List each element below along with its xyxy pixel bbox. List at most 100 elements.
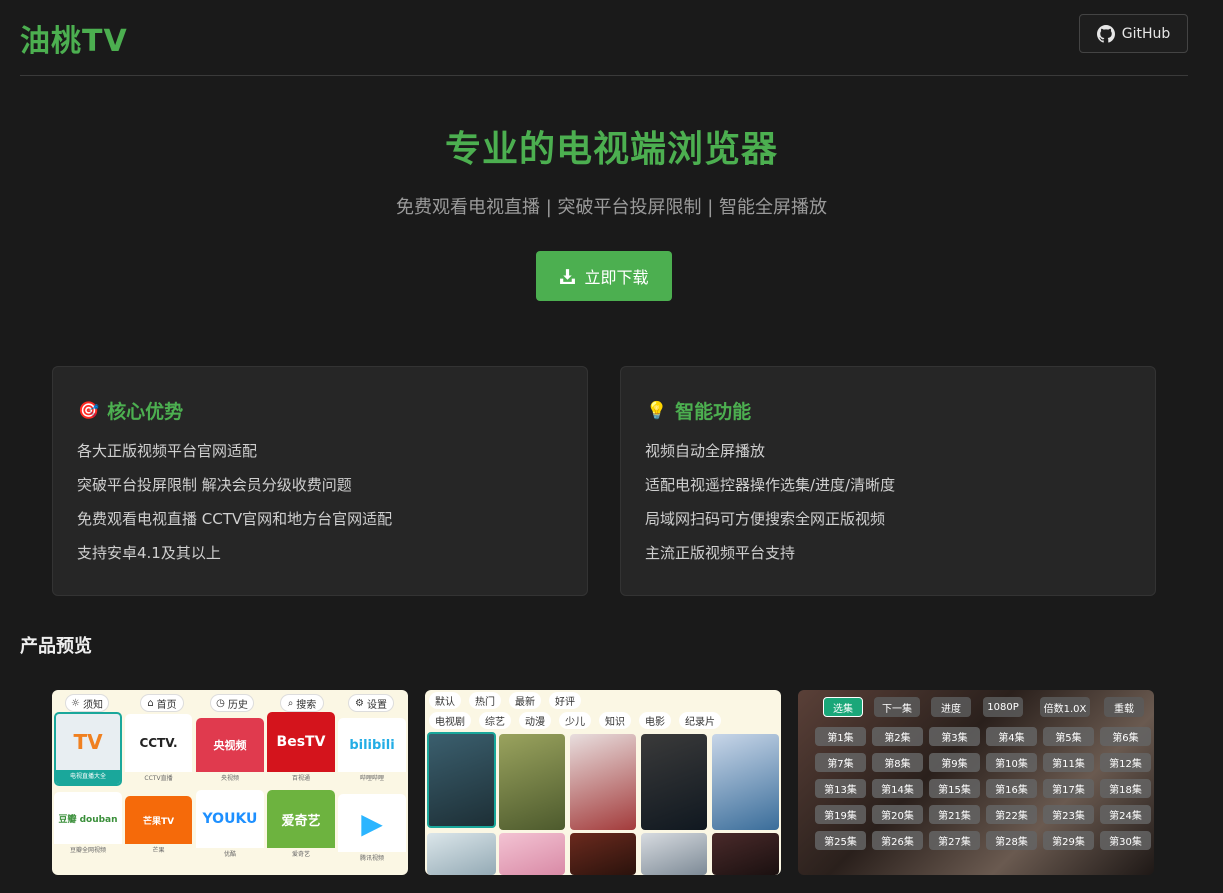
github-button[interactable]: GitHub [1079, 14, 1188, 53]
poster [427, 732, 496, 828]
episode-item: 第2集 [872, 727, 923, 746]
clock-icon: ◷ [216, 697, 225, 709]
app-tile: CCTV. CCTV直播 [125, 714, 192, 786]
lightbulb-icon: ☼ [71, 697, 80, 709]
episode-item: 第30集 [1100, 831, 1151, 850]
poster [570, 833, 636, 875]
episode-item: 第12集 [1100, 753, 1151, 772]
download-icon [560, 268, 576, 284]
episode-item: 第22集 [986, 805, 1037, 824]
nav-home: ⌂ 首页 [140, 694, 184, 712]
episode-item: 第24集 [1100, 805, 1151, 824]
app-tile: 爱奇艺 爱奇艺 [267, 790, 335, 862]
episode-item: 第27集 [929, 831, 980, 850]
sort-hot: 热门 [469, 692, 501, 709]
sort-newest: 最新 [509, 692, 541, 709]
episode-item: 第9集 [929, 753, 980, 772]
quality-button: 1080P [983, 697, 1023, 717]
cat-movie: 电影 [639, 712, 671, 729]
download-label: 立即下载 [584, 268, 649, 287]
episode-item: 第7集 [815, 753, 866, 772]
hero-title: 专业的电视端浏览器 [444, 129, 778, 170]
cat-tv: 电视剧 [429, 712, 471, 729]
episode-item: 第16集 [986, 779, 1037, 798]
app-tile: YOUKU 优酷 [196, 790, 264, 862]
preview-category-screenshot: 默认 热门 最新 好评 电视剧 综艺 动漫 少儿 知识 电影 纪录片 [425, 690, 781, 875]
github-icon [1096, 24, 1115, 43]
progress-button: 进度 [931, 697, 971, 717]
poster [570, 734, 636, 830]
gear-icon: ⚙ [355, 697, 364, 709]
cat-knowledge: 知识 [599, 712, 631, 729]
header: 油桃TV GitHub [20, 0, 1188, 76]
preview-home-screenshot: ☼ 须知 ⌂ 首页 ◷ 历史 ⌕ 搜索 ⚙ 设置 TV 电视直播大全 CCTV. CCTV… [52, 690, 408, 875]
episode-item: 第6集 [1100, 727, 1151, 746]
nav-history: ◷ 历史 [210, 694, 254, 712]
reload-button: 重载 [1104, 697, 1144, 717]
episode-item: 第3集 [929, 727, 980, 746]
logo[interactable]: 油桃TV [20, 16, 128, 60]
card-title: 核心优势 [107, 401, 184, 423]
list-item: 各大正版视频平台官网适配 [77, 442, 258, 460]
app-tile: 芒果TV 芒果 [125, 796, 192, 858]
github-label: GitHub [1121, 25, 1171, 42]
nav-notice: ☼ 须知 [65, 694, 109, 712]
app-tile: bilibili 哔哩哔哩 [338, 718, 406, 786]
episode-item: 第1集 [815, 727, 866, 746]
app-tile: 央视频 央视频 [196, 718, 264, 786]
list-item: 局域网扫码可方便搜索全网正版视频 [645, 510, 886, 528]
episode-item: 第17集 [1043, 779, 1094, 798]
episode-item: 第10集 [986, 753, 1037, 772]
episode-item: 第21集 [929, 805, 980, 824]
app-tile: 豆瓣 douban 豆瓣全网视频 [54, 792, 122, 858]
download-button[interactable]: 立即下载 [536, 251, 672, 301]
episode-item: 第15集 [929, 779, 980, 798]
list-item: 突破平台投屏限制 解决会员分级收费问题 [77, 476, 352, 494]
feature-list: 视频自动全屏播放 适配电视遥控器操作选集/进度/清晰度 局域网扫码可方便搜索全网… [645, 441, 895, 577]
episode-item: 第20集 [872, 805, 923, 824]
cat-documentary: 纪录片 [679, 712, 721, 729]
target-icon: 🎯 [78, 400, 100, 421]
episode-item: 第8集 [872, 753, 923, 772]
episode-item: 第25集 [815, 831, 866, 850]
card-title: 智能功能 [675, 401, 752, 423]
episode-item: 第13集 [815, 779, 866, 798]
nav-settings: ⚙ 设置 [348, 694, 394, 712]
sort-default: 默认 [429, 692, 461, 709]
poster [712, 734, 779, 830]
preview-player-screenshot: 选集 下一集 进度 1080P 倍数1.0X 重载 第1集 第2集 第3集 第4集 第5… [798, 690, 1154, 875]
next-episode-button: 下一集 [874, 697, 920, 717]
episode-item: 第19集 [815, 805, 866, 824]
episode-item: 第29集 [1043, 831, 1094, 850]
app-tile: TV 电视直播大全 [54, 712, 122, 786]
poster [641, 734, 707, 830]
speed-button: 倍数1.0X [1040, 697, 1090, 717]
episode-item: 第18集 [1100, 779, 1151, 798]
list-item: 适配电视遥控器操作选集/进度/清晰度 [645, 476, 896, 494]
episode-item: 第28集 [986, 831, 1037, 850]
cat-anime: 动漫 [519, 712, 551, 729]
sort-rating: 好评 [549, 692, 581, 709]
cat-kids: 少儿 [559, 712, 591, 729]
episode-item: 第23集 [1043, 805, 1094, 824]
poster [499, 833, 565, 875]
nav-search: ⌕ 搜索 [280, 694, 324, 712]
list-item: 免费观看电视直播 CCTV官网和地方台官网适配 [77, 510, 393, 528]
home-icon: ⌂ [147, 697, 154, 709]
core-advantages-card: 🎯 核心优势 各大正版视频平台官网适配 突破平台投屏限制 解决会员分级收费问题 … [52, 366, 588, 596]
poster [712, 833, 779, 875]
episode-item: 第11集 [1043, 753, 1094, 772]
lightbulb-icon: 💡 [646, 400, 668, 421]
episode-item: 第4集 [986, 727, 1037, 746]
app-tile: ▶ 腾讯视频 [338, 794, 406, 866]
list-item: 视频自动全屏播放 [645, 442, 766, 460]
hero-subtitle: 免费观看电视直播 | 突破平台投屏限制 | 智能全屏播放 [395, 197, 827, 218]
page: 油桃TV GitHub 专业的电视端浏览器 免费观看电视直播 | 突破平台投屏限… [0, 0, 1223, 893]
smart-features-card: 💡 智能功能 视频自动全屏播放 适配电视遥控器操作选集/进度/清晰度 局域网扫码… [620, 366, 1156, 596]
select-episode-button: 选集 [823, 697, 863, 717]
episode-item: 第14集 [872, 779, 923, 798]
list-item: 主流正版视频平台支持 [645, 544, 796, 562]
preview-title: 产品预览 [20, 636, 92, 657]
poster [427, 833, 496, 875]
cat-variety: 综艺 [479, 712, 511, 729]
